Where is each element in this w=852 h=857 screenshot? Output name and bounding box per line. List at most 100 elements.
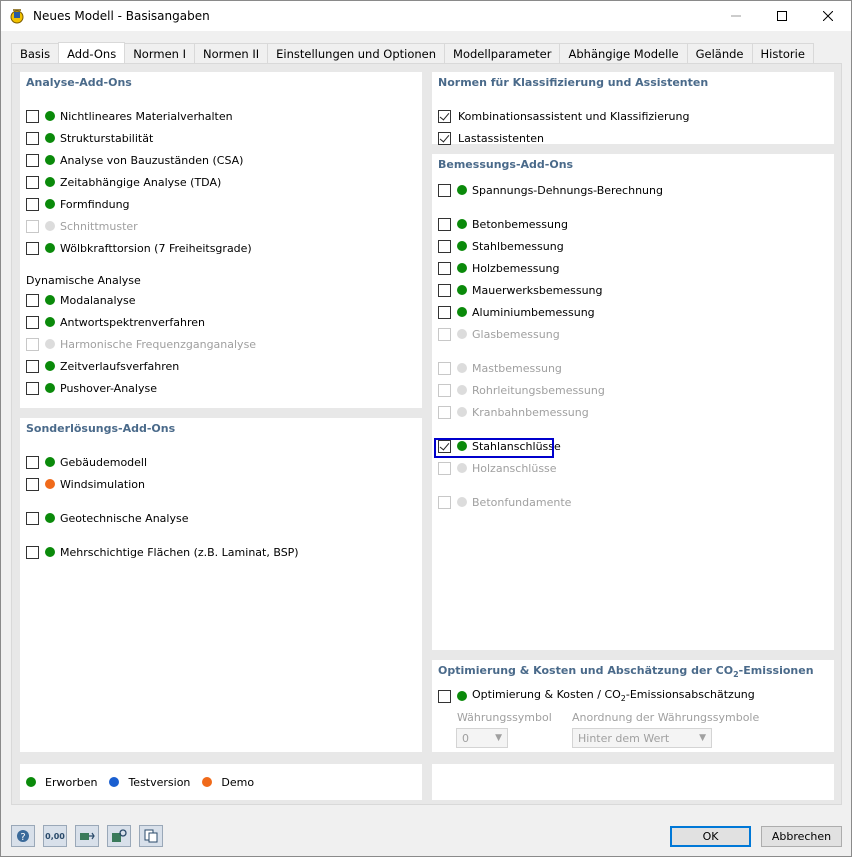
legend-erworben: Erworben	[45, 775, 98, 789]
addon-gebaeudemodell[interactable]: Gebäudemodell	[26, 454, 147, 470]
tab-normen-ii[interactable]: Normen II	[193, 43, 269, 64]
checkbox[interactable]	[26, 477, 39, 491]
norm-lastassistenten[interactable]: Lastassistenten	[438, 130, 544, 146]
addon-betonbemessung[interactable]: Betonbemessung	[438, 216, 568, 232]
close-button[interactable]	[805, 1, 851, 31]
model-export-icon[interactable]	[75, 825, 99, 847]
norms-title: Normen für Klassifizierung und Assistent…	[438, 76, 709, 89]
addon-nichtlineares-materialverhalten[interactable]: Nichtlineares Materialverhalten	[26, 108, 233, 124]
checkbox[interactable]	[438, 239, 451, 253]
checkbox[interactable]	[26, 359, 39, 373]
checkbox[interactable]	[438, 183, 451, 197]
addon-label: Rohrleitungsbemessung	[472, 383, 605, 397]
addon-spannungs-dehnungs-berechnung[interactable]: Spannungs-Dehnungs-Berechnung	[438, 182, 663, 198]
model-settings-icon[interactable]	[107, 825, 131, 847]
addon-analyse-von-bauzustaenden-csa[interactable]: Analyse von Bauzuständen (CSA)	[26, 152, 243, 168]
design-addons-title: Bemessungs-Add-Ons	[438, 158, 574, 171]
checkbox[interactable]	[438, 283, 451, 297]
title-bar: Neues Modell - Basisangaben	[1, 1, 851, 31]
checkbox[interactable]	[26, 175, 39, 189]
currency-symbol-select[interactable]: 0 ▼	[456, 728, 508, 748]
minimize-button[interactable]	[713, 1, 759, 31]
tab-add-ons[interactable]: Add-Ons	[58, 42, 126, 64]
checked-checkbox[interactable]	[438, 131, 451, 145]
checkbox[interactable]	[26, 153, 39, 167]
addon-geotechnische-analyse[interactable]: Geotechnische Analyse	[26, 510, 188, 526]
addon-label: Zeitabhängige Analyse (TDA)	[60, 175, 222, 189]
empty-panel	[432, 764, 834, 800]
addon-mehrschichtige-flaechen-z-b-laminat-bsp[interactable]: Mehrschichtige Flächen (z.B. Laminat, BS…	[26, 544, 299, 560]
status-dot-icon	[45, 243, 55, 253]
currency-arrangement-value: Hinter dem Wert	[578, 731, 670, 745]
addon-windsimulation[interactable]: Windsimulation	[26, 476, 145, 492]
checkbox[interactable]	[26, 545, 39, 559]
addon-strukturstabilitaet[interactable]: Strukturstabilität	[26, 130, 153, 146]
checkbox[interactable]	[26, 293, 39, 307]
checkbox[interactable]	[26, 109, 39, 123]
addon-modalanalyse[interactable]: Modalanalyse	[26, 292, 136, 308]
export-glyph-icon	[80, 832, 95, 840]
status-dot-icon	[45, 133, 55, 143]
checkbox[interactable]	[26, 315, 39, 329]
status-dot-icon	[45, 111, 55, 121]
checkbox[interactable]	[26, 381, 39, 395]
addon-woelbkrafttorsion-7-freiheitsgrade[interactable]: Wölbkrafttorsion (7 Freiheitsgrade)	[26, 240, 252, 256]
tab-bar: Basis Add-Ons Normen I Normen II Einstellung…	[11, 42, 814, 64]
status-dot-icon	[45, 199, 55, 209]
addon-label: Pushover-Analyse	[60, 381, 157, 395]
checkbox	[26, 337, 39, 351]
checkbox[interactable]	[438, 217, 451, 231]
addon-label: Wölbkrafttorsion (7 Freiheitsgrade)	[60, 241, 252, 255]
addon-betonfundamente: Betonfundamente	[438, 494, 571, 510]
tab-modellparameter[interactable]: Modellparameter	[444, 43, 561, 64]
checkbox[interactable]	[26, 511, 39, 525]
copy-icon[interactable]	[139, 825, 163, 847]
checkbox	[438, 327, 451, 341]
currency-symbol-label: Währungssymbol	[457, 711, 552, 724]
currency-arrangement-label: Anordnung der Währungssymbole	[572, 711, 760, 724]
norms-panel: Normen für Klassifizierung und Assistent…	[432, 72, 834, 146]
checkbox[interactable]	[26, 241, 39, 255]
help-icon[interactable]: ?	[11, 825, 35, 847]
checkbox[interactable]	[26, 455, 39, 469]
status-dot-icon	[45, 513, 55, 523]
addon-formfindung[interactable]: Formfindung	[26, 196, 130, 212]
norm-kombinationsassistent-und-klassifizierung[interactable]: Kombinationsassistent und Klassifizierun…	[438, 108, 689, 124]
checkbox[interactable]	[438, 261, 451, 275]
addon-holzbemessung[interactable]: Holzbemessung	[438, 260, 559, 276]
cancel-button[interactable]: Abbrechen	[761, 826, 842, 847]
status-dot-icon	[457, 463, 467, 473]
addon-zeitverlaufsverfahren[interactable]: Zeitverlaufsverfahren	[26, 358, 179, 374]
optimization-title: Optimierung & Kosten und Abschätzung der…	[438, 664, 814, 680]
addon-stahlbemessung[interactable]: Stahlbemessung	[438, 238, 564, 254]
checkbox[interactable]	[438, 689, 451, 703]
status-dot-icon	[45, 383, 55, 393]
tab-abhaengige-modelle[interactable]: Abhängige Modelle	[559, 43, 688, 64]
checkbox[interactable]	[438, 305, 451, 319]
units-icon[interactable]: 0,00	[43, 825, 67, 847]
tab-content: Analyse-Add-Ons Nichtlineares Materialve…	[11, 63, 842, 805]
tab-basis[interactable]: Basis	[11, 43, 60, 64]
checked-checkbox[interactable]	[438, 109, 451, 123]
tab-normen-i[interactable]: Normen I	[124, 43, 195, 64]
addon-zeitabhaengige-analyse-tda[interactable]: Zeitabhängige Analyse (TDA)	[26, 174, 221, 190]
currency-arrangement-select[interactable]: Hinter dem Wert ▼	[572, 728, 712, 748]
tab-historie[interactable]: Historie	[751, 43, 814, 64]
addon-label: Betonfundamente	[472, 495, 572, 509]
addon-label: Harmonische Frequenzganganalyse	[60, 337, 257, 351]
tab-einstellungen-und-optionen[interactable]: Einstellungen und Optionen	[267, 43, 446, 64]
checkbox[interactable]	[26, 131, 39, 145]
addon-pushover-analyse[interactable]: Pushover-Analyse	[26, 380, 157, 396]
checkbox[interactable]	[26, 197, 39, 211]
tab-gelaende[interactable]: Gelände	[686, 43, 753, 64]
status-dot-icon	[457, 307, 467, 317]
checkbox	[438, 461, 451, 475]
design-addons-panel: Bemessungs-Add-Ons Spannungs-Dehnungs-Be…	[432, 154, 834, 650]
addon-aluminiumbemessung[interactable]: Aluminiumbemessung	[438, 304, 595, 320]
addon-antwortspektrenverfahren[interactable]: Antwortspektrenverfahren	[26, 314, 205, 330]
maximize-button[interactable]	[759, 1, 805, 31]
addon-optimization-co2[interactable]: Optimierung & Kosten / CO2-Emissionsabsc…	[438, 688, 755, 704]
ok-button[interactable]: OK	[670, 826, 751, 847]
addon-mauerwerksbemessung[interactable]: Mauerwerksbemessung	[438, 282, 603, 298]
addon-label: Nichtlineares Materialverhalten	[60, 109, 233, 123]
